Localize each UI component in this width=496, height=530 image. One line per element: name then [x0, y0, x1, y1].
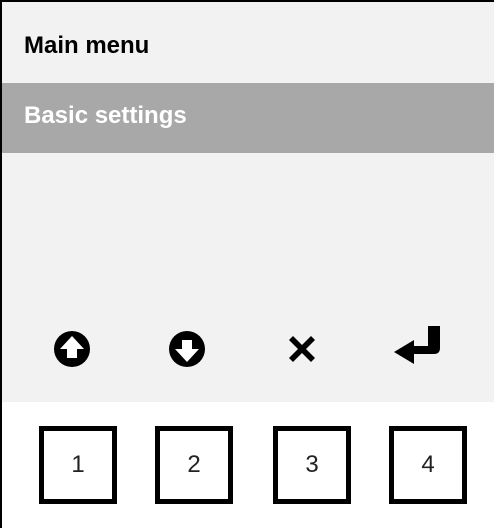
softkey-2-button[interactable]: 2 — [155, 426, 233, 504]
down-arrow-icon — [169, 331, 205, 367]
menu-item-label: Basic settings — [24, 102, 187, 129]
up-arrow-icon — [54, 331, 90, 367]
softkey-row: 1 2 3 4 — [2, 402, 494, 530]
softkey-1-button[interactable]: 1 — [39, 426, 117, 504]
device-frame: Main menu Basic settings 1 2 3 4 — [0, 0, 494, 528]
close-icon — [289, 336, 315, 362]
page-title: Main menu — [24, 32, 150, 59]
softkey-3-button[interactable]: 3 — [273, 426, 351, 504]
display-screen: Main menu Basic settings — [2, 2, 494, 402]
softkey-4-button[interactable]: 4 — [389, 426, 467, 504]
menu-item-basic-settings[interactable]: Basic settings — [2, 83, 494, 153]
enter-icon — [394, 326, 440, 364]
